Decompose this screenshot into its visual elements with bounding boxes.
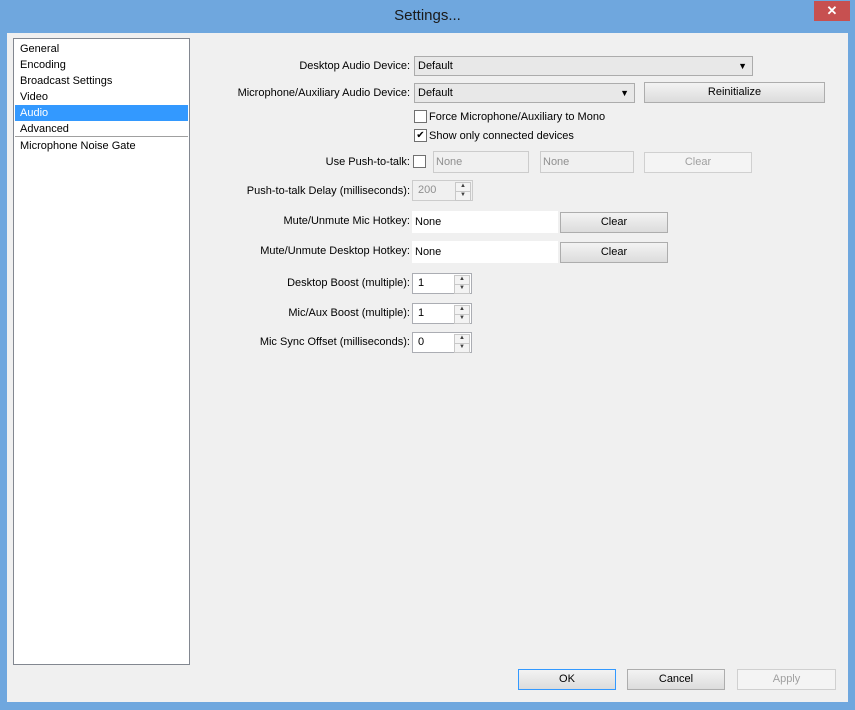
force-mono-label: Force Microphone/Auxiliary to Mono	[429, 111, 606, 123]
sidebar-item-advanced[interactable]: Advanced	[15, 121, 188, 137]
mic-sync-offset-spinner[interactable]: 0 ▲ ▼	[412, 332, 472, 353]
ptt-delay-value: 200	[418, 184, 437, 196]
sidebar-item-audio[interactable]: Audio	[15, 105, 188, 121]
mic-boost-spinner[interactable]: 1 ▲ ▼	[412, 303, 472, 324]
spin-down-icon[interactable]: ▼	[455, 191, 471, 201]
ptt-delay-spinner[interactable]: 200 ▲ ▼	[412, 180, 473, 201]
title-bar[interactable]: Settings... ✕	[0, 0, 855, 33]
window-title: Settings...	[394, 7, 461, 24]
spin-down-icon[interactable]: ▼	[454, 314, 470, 324]
mute-desktop-clear-button[interactable]: Clear	[560, 242, 668, 263]
close-icon: ✕	[826, 3, 838, 18]
mute-desktop-hotkey-label: Mute/Unmute Desktop Hotkey:	[260, 245, 410, 257]
desktop-boost-spinner[interactable]: 1 ▲ ▼	[412, 273, 472, 294]
push-to-talk-hotkey-2[interactable]: None	[540, 151, 634, 173]
mic-audio-device-value: Default	[418, 87, 453, 99]
client-area: General Encoding Broadcast Settings Vide…	[7, 33, 848, 702]
mic-sync-offset-value: 0	[418, 336, 425, 348]
sidebar-item-video[interactable]: Video	[15, 89, 188, 105]
mic-boost-value: 1	[418, 307, 425, 319]
mic-audio-device-select[interactable]: Default ▼	[414, 83, 635, 103]
mic-boost-label: Mic/Aux Boost (multiple):	[288, 307, 410, 319]
show-connected-label: Show only connected devices	[429, 130, 574, 142]
apply-button[interactable]: Apply	[737, 669, 836, 690]
desktop-boost-value: 1	[418, 277, 425, 289]
mute-mic-clear-button[interactable]: Clear	[560, 212, 668, 233]
push-to-talk-hotkey-1[interactable]: None	[433, 151, 529, 173]
show-connected-checkbox[interactable]: ✔	[414, 129, 427, 142]
mute-desktop-hotkey-field[interactable]: None	[412, 241, 558, 263]
sidebar-item-microphone-noise-gate[interactable]: Microphone Noise Gate	[15, 138, 188, 154]
ok-button[interactable]: OK	[518, 669, 616, 690]
mute-mic-hotkey-label: Mute/Unmute Mic Hotkey:	[283, 215, 410, 227]
close-button[interactable]: ✕	[814, 1, 850, 21]
push-to-talk-checkbox[interactable]	[413, 155, 426, 168]
desktop-boost-label: Desktop Boost (multiple):	[287, 277, 410, 289]
settings-window: Settings... ✕ General Encoding Broadcast…	[0, 0, 855, 710]
chevron-down-icon: ▼	[738, 61, 747, 71]
reinitialize-button[interactable]: Reinitialize	[644, 82, 825, 103]
desktop-audio-device-select[interactable]: Default ▼	[414, 56, 753, 76]
desktop-audio-device-label: Desktop Audio Device:	[299, 60, 410, 72]
desktop-audio-device-value: Default	[418, 60, 453, 72]
spin-down-icon[interactable]: ▼	[454, 284, 470, 294]
settings-category-list[interactable]: General Encoding Broadcast Settings Vide…	[13, 38, 190, 665]
checkmark-icon: ✔	[416, 130, 425, 141]
sidebar-item-encoding[interactable]: Encoding	[15, 57, 188, 73]
mic-sync-offset-label: Mic Sync Offset (milliseconds):	[259, 336, 410, 348]
sidebar-item-general[interactable]: General	[15, 41, 188, 57]
sidebar-item-broadcast-settings[interactable]: Broadcast Settings	[15, 73, 188, 89]
cancel-button[interactable]: Cancel	[627, 669, 725, 690]
spin-down-icon[interactable]: ▼	[454, 343, 470, 353]
push-to-talk-label: Use Push-to-talk:	[325, 156, 410, 168]
sidebar-divider	[15, 136, 188, 137]
force-mono-checkbox[interactable]	[414, 110, 427, 123]
push-to-talk-clear-button[interactable]: Clear	[644, 152, 752, 173]
mute-mic-hotkey-field[interactable]: None	[412, 211, 558, 233]
ptt-delay-label: Push-to-talk Delay (milliseconds):	[246, 185, 410, 197]
mic-audio-device-label: Microphone/Auxiliary Audio Device:	[237, 87, 410, 99]
chevron-down-icon: ▼	[620, 88, 629, 98]
